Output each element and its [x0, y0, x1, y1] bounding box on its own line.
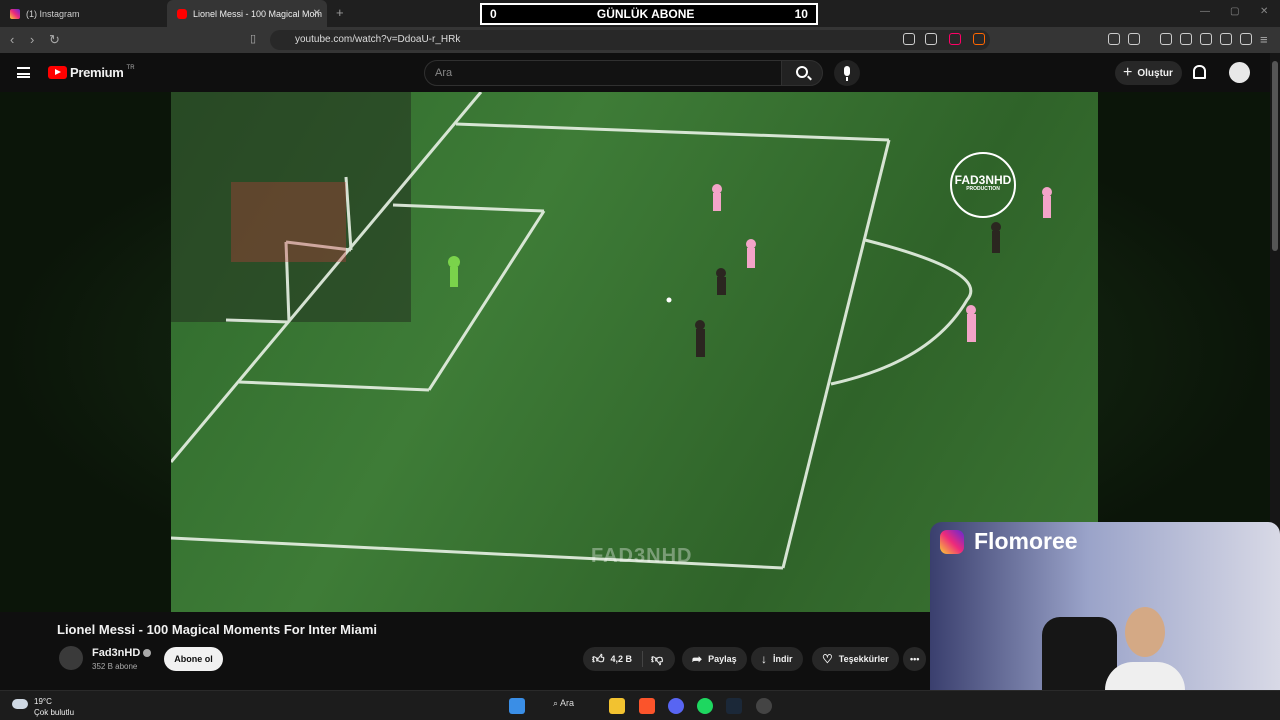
create-button[interactable]: + Oluştur: [1115, 61, 1182, 85]
overlay-left-value: 0: [490, 7, 497, 21]
brave-rewards-icon[interactable]: [973, 33, 985, 45]
screenshot-icon[interactable]: [1128, 33, 1140, 45]
obs-icon[interactable]: [756, 698, 772, 714]
weather-condition: Çok bulutlu: [34, 708, 75, 717]
minimize-icon[interactable]: —: [1200, 6, 1210, 17]
new-tab-button[interactable]: +: [336, 5, 344, 20]
vpn-icon[interactable]: [1240, 33, 1252, 45]
maximize-icon[interactable]: ▢: [1230, 6, 1239, 17]
back-icon[interactable]: ‹: [10, 32, 14, 47]
discord-icon[interactable]: [668, 698, 684, 714]
start-menu-icon[interactable]: [509, 698, 525, 714]
close-tab-icon[interactable]: ✕: [313, 8, 321, 19]
badge-subtitle: PRODUCTION: [966, 186, 1000, 193]
overlay-title: GÜNLÜK ABONE: [596, 7, 695, 21]
like-button[interactable]: 👍︎ 4,2 B: [583, 651, 643, 667]
dislike-button[interactable]: 👎︎: [643, 652, 663, 667]
tab-instagram[interactable]: (1) Instagram: [0, 0, 160, 27]
thanks-heart-icon: ♡: [822, 652, 833, 666]
search-input[interactable]: Ara: [424, 60, 782, 86]
extensions-icon[interactable]: [1108, 33, 1120, 45]
country-code: TR: [126, 64, 135, 71]
thanks-button[interactable]: ♡ Teşekkürler: [812, 647, 899, 671]
download-label: İndir: [773, 654, 793, 664]
voice-search-button[interactable]: [834, 60, 860, 86]
more-label: •••: [910, 654, 920, 664]
instagram-icon: [10, 8, 20, 19]
close-window-icon[interactable]: ✕: [1260, 6, 1268, 17]
taskbar-search[interactable]: ⌕ Ara: [553, 698, 574, 709]
hamburger-menu-icon[interactable]: [17, 67, 30, 78]
bookmark-icon[interactable]: ▯: [250, 32, 256, 45]
tab-youtube[interactable]: Lionel Messi - 100 Magical Mom ✕: [167, 0, 327, 27]
weather-widget[interactable]: 19°C Çok bulutlu: [12, 695, 102, 719]
subscriber-count: 352 B abone: [92, 662, 138, 671]
thanks-label: Teşekkürler: [838, 654, 889, 664]
notifications-bell-icon[interactable]: [1193, 65, 1206, 79]
download-button[interactable]: ↓ İndir: [751, 647, 803, 671]
menu-icon[interactable]: ≡: [1260, 32, 1268, 47]
create-label: Oluştur: [1137, 67, 1173, 79]
windows-taskbar: 19°C Çok bulutlu ⌕ Ara: [0, 690, 1280, 720]
youtube-play-icon: [48, 66, 67, 79]
share-label: Paylaş: [708, 654, 737, 664]
channel-watermark-badge: FAD3NHD PRODUCTION: [950, 152, 1016, 218]
plus-icon: +: [1123, 64, 1133, 81]
forward-icon[interactable]: ›: [30, 32, 34, 47]
address-bar-row: ‹ › ↻ ▯ youtube.com/watch?v=DdoaU-r_HRk …: [0, 27, 1280, 53]
browser-tab-bar: (1) Instagram Lionel Messi - 100 Magical…: [0, 0, 1280, 27]
account-avatar[interactable]: [1229, 62, 1250, 83]
taskbar-search-label: Ara: [560, 698, 575, 708]
spotify-icon[interactable]: [697, 698, 713, 714]
video-title: Lionel Messi - 100 Magical Moments For I…: [57, 622, 378, 637]
streamer-head: [1125, 607, 1165, 657]
like-count: 4,2 B: [610, 654, 633, 664]
wallet-icon[interactable]: [1200, 33, 1212, 45]
youtube-header: Premium TR Ara + Oluştur: [0, 53, 1280, 92]
brave-browser-icon[interactable]: [639, 698, 655, 714]
steam-icon[interactable]: [726, 698, 742, 714]
download-icon: ↓: [761, 652, 767, 666]
reload-icon[interactable]: ↻: [49, 32, 60, 48]
music-icon[interactable]: [1160, 33, 1172, 45]
search-button[interactable]: [781, 60, 823, 86]
more-actions-button[interactable]: •••: [903, 647, 927, 671]
cloud-icon: [12, 699, 28, 709]
leo-ai-icon[interactable]: [1220, 33, 1232, 45]
search-icon: [796, 66, 808, 78]
scrollbar-thumb[interactable]: [1272, 61, 1278, 251]
cast-icon[interactable]: [903, 33, 915, 45]
video-watermark: FAD3NHD: [591, 545, 693, 567]
tab-label: (1) Instagram: [26, 8, 80, 19]
sidebar-icon[interactable]: [1180, 33, 1192, 45]
badge-title: FAD3NHD: [954, 173, 1012, 187]
share-button[interactable]: ➦ Paylaş: [682, 647, 747, 671]
share-icon[interactable]: [925, 33, 937, 45]
verified-icon: [143, 649, 152, 658]
subscribe-button[interactable]: Abone ol: [164, 647, 223, 671]
daily-subscriber-overlay: 0 GÜNLÜK ABONE 10: [480, 3, 818, 25]
file-explorer-icon[interactable]: [609, 698, 625, 714]
instagram-logo-icon: [940, 529, 964, 554]
tab-label: Lionel Messi - 100 Magical Mom: [193, 8, 323, 19]
channel-avatar[interactable]: [59, 646, 83, 670]
youtube-icon: [177, 8, 187, 19]
logo-text: Premium: [70, 65, 124, 80]
url-field[interactable]: youtube.com/watch?v=DdoaU-r_HRk: [270, 30, 990, 50]
overlay-right-value: 10: [794, 7, 808, 21]
instagram-handle-overlay: Flomoree: [940, 528, 1078, 555]
like-dislike-group: 👍︎ 4,2 B 👎︎: [583, 647, 675, 671]
brave-shield-icon[interactable]: [949, 33, 961, 45]
share-arrow-icon: ➦: [692, 652, 703, 666]
youtube-logo[interactable]: Premium TR: [48, 65, 135, 80]
channel-name[interactable]: Fad3nHD: [92, 647, 140, 659]
channel-name-row[interactable]: Fad3nHD: [92, 647, 152, 659]
instagram-handle: Flomoree: [974, 528, 1078, 554]
temperature: 19°C: [34, 697, 52, 706]
thumbs-up-icon: 👍︎: [592, 651, 605, 666]
